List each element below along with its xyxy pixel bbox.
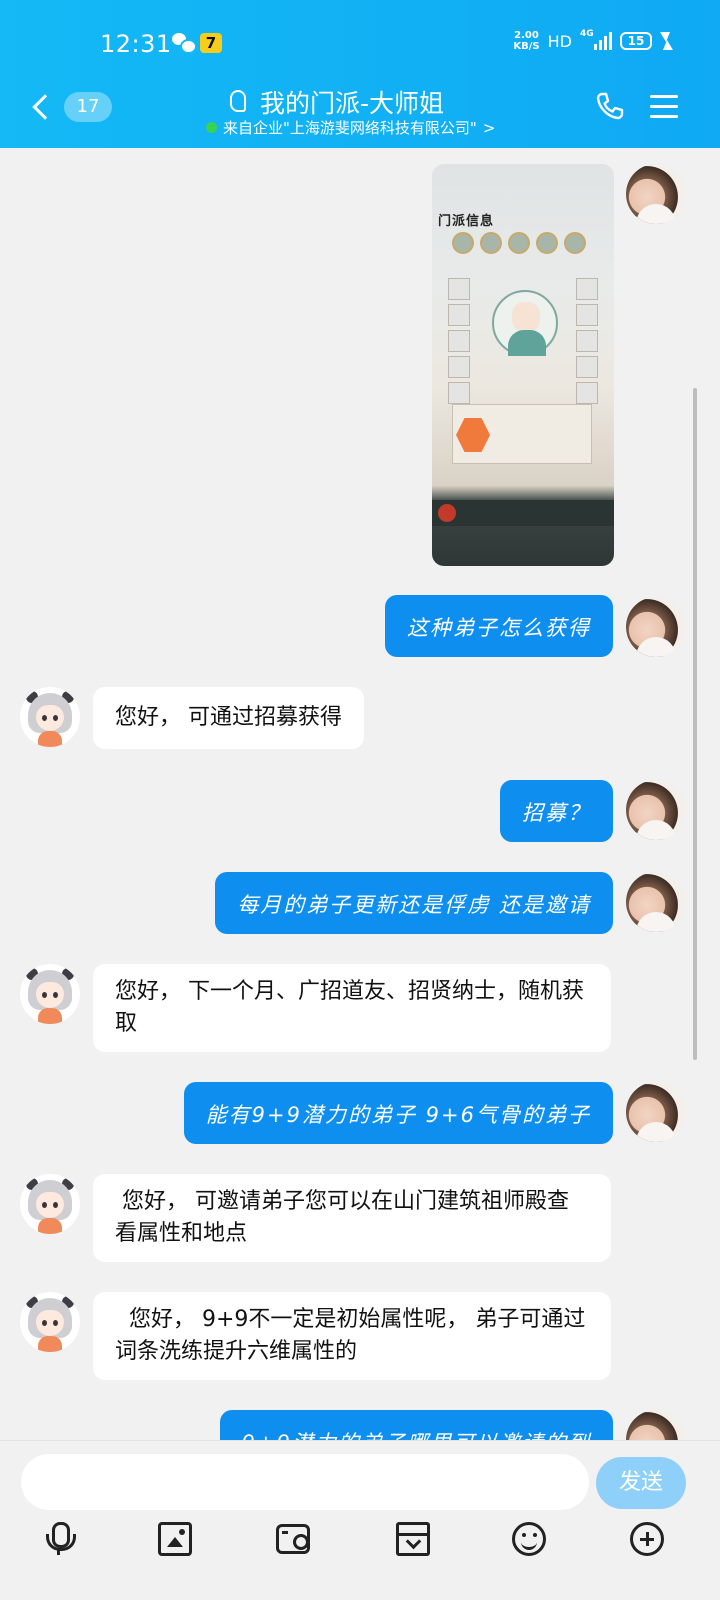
avatar[interactable] [626,780,686,840]
chat-header: 12:31 7 2.00 KB/S HD 4G 15 17 我的门派-大师姐 来… [0,0,720,148]
status-time: 12:31 [100,30,172,58]
avatar-bot[interactable] [20,964,80,1024]
emoji-icon[interactable] [512,1522,546,1556]
message-bubble-out[interactable]: 每月的弟子更新还是俘虏 还是邀请 [215,872,613,934]
image-icon[interactable] [158,1522,192,1556]
message-bubble-out[interactable]: 能有9+9潜力的弟子 9+6气骨的弟子 [183,1082,613,1144]
microphone-icon[interactable] [42,1522,76,1556]
online-status-dot [206,122,217,133]
battery-icon: 15 [620,32,652,50]
message-bubble-out[interactable]: 这种弟子怎么获得 [385,595,613,657]
message-bubble-out[interactable]: 招募？ [500,780,613,842]
message-bubble-in[interactable]: 您好， 可通过招募获得 [93,687,364,749]
message-input[interactable] [21,1454,589,1510]
signal-icon: 4G [580,29,612,50]
image-portrait [492,290,558,356]
red-packet-icon[interactable] [396,1522,430,1556]
avatar[interactable] [626,597,686,657]
phone-icon[interactable] [594,90,626,122]
image-slots-left [448,278,470,404]
message-bubble-in[interactable]: 您好， 可邀请弟子您可以在山门建筑祖师殿查看属性和地点 [93,1174,611,1262]
back-icon[interactable] [32,94,58,120]
image-seal [438,504,456,522]
avatar[interactable] [626,164,686,224]
net-speed: 2.00 KB/S [513,30,540,52]
image-message[interactable]: 门派信息 [432,164,614,566]
image-slots-right [576,278,598,404]
earpiece-icon[interactable] [230,90,246,112]
wechat-icon [172,33,197,54]
avatar-bot[interactable] [20,1292,80,1352]
avatar[interactable] [626,1082,686,1142]
message-bubble-in[interactable]: 您好， 9+9不一定是初始属性呢， 弟子可通过词条洗练提升六维属性的 [93,1292,611,1380]
status-right: 2.00 KB/S HD 4G 15 [513,29,673,52]
unread-badge[interactable]: 17 [64,92,112,122]
camera-icon[interactable] [276,1524,310,1554]
plus-icon[interactable] [630,1522,664,1556]
hd-indicator: HD [547,31,572,51]
chat-title: 我的门派-大师姐 [260,89,445,118]
avatar-bot[interactable] [20,687,80,747]
input-bar: 发送 [0,1440,720,1600]
message-list[interactable]: 门派信息 这种弟子怎么获得 您好， 可通过招募获得 招募？ 每月的弟子更新还是俘… [0,148,720,1470]
menu-icon[interactable] [650,95,678,119]
scrollbar[interactable] [693,388,697,1060]
avatar[interactable] [626,872,686,932]
send-button[interactable]: 发送 [596,1457,686,1509]
image-bottom-bar [432,500,614,526]
chat-subtitle[interactable]: 来自企业"上海游斐网络科技有限公司" > [206,117,495,138]
charging-icon [660,32,673,50]
avatar-bot[interactable] [20,1174,80,1234]
image-disciple-strip [432,232,614,272]
app-7-icon: 7 [200,33,222,53]
chevron-right-icon: > [482,118,496,137]
status-app-icons: 7 [172,33,222,54]
message-bubble-in[interactable]: 您好， 下一个月、广招道友、招贤纳士，随机获取 [93,964,611,1052]
image-title-text: 门派信息 [438,214,495,229]
